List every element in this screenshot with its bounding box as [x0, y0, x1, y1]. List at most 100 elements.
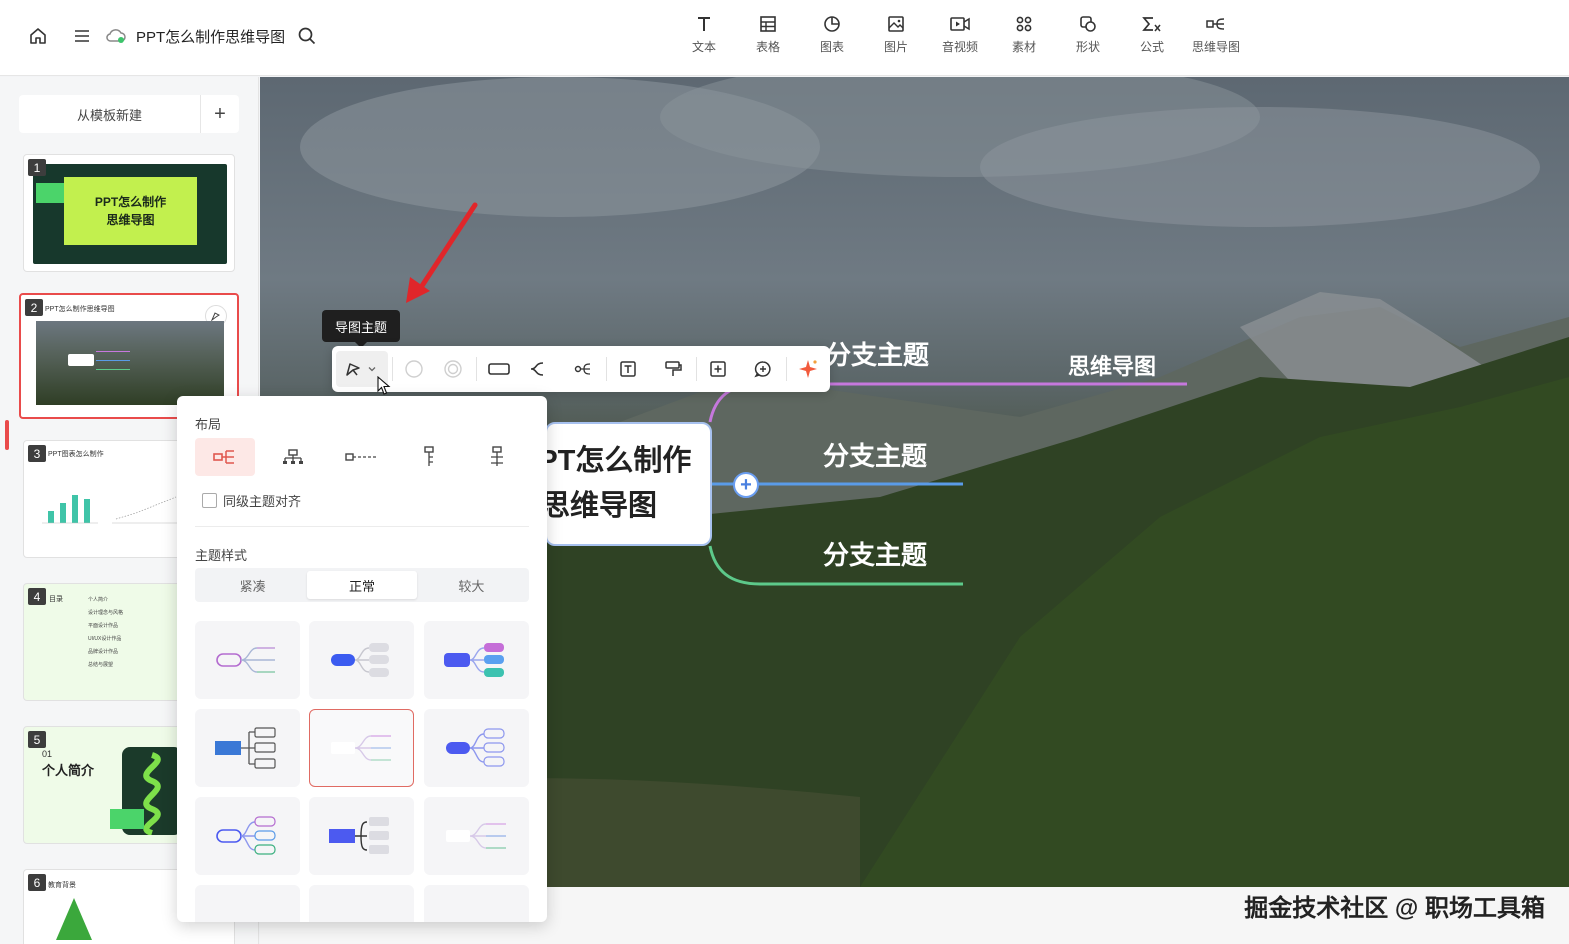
mindmap-layout-icon[interactable]	[570, 356, 596, 382]
text-icon	[698, 17, 710, 31]
new-from-template-button[interactable]: 从模板新建	[19, 95, 201, 133]
slide-number: 2	[25, 299, 43, 316]
size-option-normal[interactable]: 正常	[307, 571, 417, 599]
document-title[interactable]: PPT怎么制作思维导图	[136, 26, 285, 47]
size-option-large[interactable]: 较大	[417, 571, 526, 599]
theme-style-card[interactable]	[424, 885, 529, 922]
slide-2-background	[36, 321, 224, 405]
topic-shape-icon[interactable]	[486, 356, 512, 382]
new-slide-row: 从模板新建 +	[19, 95, 239, 133]
top-bar: PPT怎么制作思维导图 文本 表格 图表 图片 音视频 素材 形状 公式 思维导…	[0, 0, 1569, 76]
cloud-sync-icon[interactable]	[102, 22, 130, 50]
image-icon	[888, 16, 904, 32]
theme-preview-icon	[330, 643, 389, 677]
tool-formula[interactable]: 公式	[1120, 14, 1184, 55]
slide-number: 5	[28, 731, 46, 748]
border-color-icon[interactable]	[440, 356, 466, 382]
tool-image[interactable]: 图片	[864, 14, 928, 55]
theme-preview-icon	[215, 816, 276, 855]
theme-style-card[interactable]	[424, 797, 529, 875]
layout-option-timeline[interactable]	[331, 438, 391, 476]
theme-style-card[interactable]	[309, 621, 414, 699]
connector-style-icon[interactable]	[524, 356, 550, 382]
theme-preview-icon	[445, 728, 505, 767]
watermark: 掘金技术社区 @ 职场工具箱	[1244, 895, 1545, 922]
mindmap-branch-3[interactable]: 分支主题	[823, 535, 927, 572]
tool-mindmap[interactable]: 思维导图	[1184, 14, 1248, 55]
annotation-arrow-icon	[406, 202, 478, 303]
theme-style-card[interactable]	[424, 621, 529, 699]
layout-option-right[interactable]	[195, 438, 255, 476]
fill-color-icon[interactable]	[401, 356, 427, 382]
mindmap-branch-1[interactable]: 分支主题	[825, 335, 929, 372]
theme-preview-icon	[442, 904, 512, 922]
text-box-icon[interactable]	[615, 356, 641, 382]
tool-chart[interactable]: 图表	[800, 14, 864, 55]
tool-text[interactable]: 文本	[672, 14, 736, 55]
slide-4-toc: 个人简介 设计理念与风格 平面设计作品 UI/UX设计作品 品牌设计作品 总结与…	[88, 597, 124, 668]
layout-option-org[interactable]	[467, 438, 527, 476]
theme-style-card[interactable]	[309, 885, 414, 922]
theme-preview-icon	[213, 904, 283, 922]
slide-thumb-1[interactable]: 1 PPT怎么制作 思维导图	[23, 154, 235, 272]
theme-preview-icon	[445, 823, 506, 849]
theme-style-card[interactable]	[195, 885, 300, 922]
theme-preview-icon	[328, 817, 389, 854]
slide-number: 6	[28, 874, 46, 891]
add-comment-icon[interactable]	[750, 356, 776, 382]
ai-sparkle-icon[interactable]	[795, 356, 821, 382]
theme-style-card-selected[interactable]	[309, 709, 414, 787]
home-icon[interactable]	[24, 22, 52, 50]
size-option-compact[interactable]: 紧凑	[198, 571, 307, 599]
mindmap-sub-branch[interactable]: 思维导图	[1068, 349, 1156, 381]
search-icon[interactable]	[293, 22, 321, 50]
tool-video[interactable]: 音视频	[928, 14, 992, 55]
tool-table[interactable]: 表格	[736, 14, 800, 55]
layout-tree-down-icon	[424, 446, 434, 466]
layout-option-tree-down[interactable]	[399, 438, 459, 476]
mindmap-theme-panel: 布局 同级主题对齐 主题样式 紧凑 正常 较大	[177, 396, 547, 922]
layout-timeline-icon	[345, 453, 376, 461]
insert-toolbar: 文本 表格 图表 图片 音视频 素材 形状 公式 思维导图	[672, 14, 1248, 55]
add-subtopic-icon[interactable]	[705, 356, 731, 382]
chart-icon	[824, 16, 840, 32]
theme-preview-icon	[327, 904, 397, 922]
mouse-cursor-icon	[377, 376, 391, 395]
theme-preview-icon	[214, 727, 276, 769]
mindmap-icon	[1206, 18, 1225, 30]
slide-6-pyramid	[56, 898, 92, 940]
top-bar-left: PPT怎么制作思维导图	[24, 22, 321, 50]
tool-shape[interactable]: 形状	[1056, 14, 1120, 55]
mindmap-theme-icon	[340, 356, 366, 382]
slide-number: 4	[28, 588, 46, 605]
layout-option-down[interactable]	[263, 438, 323, 476]
theme-preview-icon	[215, 647, 275, 673]
tooltip: 导图主题	[322, 310, 400, 348]
mindmap-branch-2[interactable]: 分支主题	[823, 436, 927, 473]
theme-style-card[interactable]	[309, 797, 414, 875]
slide-1-card: PPT怎么制作 思维导图	[64, 177, 197, 245]
align-siblings-checkbox[interactable]	[202, 493, 217, 508]
layout-section-title: 布局	[195, 417, 222, 432]
shape-icon	[1080, 16, 1096, 32]
format-painter-icon[interactable]	[660, 356, 686, 382]
layout-org-icon	[491, 446, 503, 466]
style-section-title: 主题样式	[195, 548, 248, 563]
menu-icon[interactable]	[68, 22, 96, 50]
slide-number: 1	[28, 159, 46, 176]
theme-preview-icon	[443, 643, 504, 677]
align-siblings-checkbox-row[interactable]: 同级主题对齐	[202, 491, 301, 510]
mindmap-floating-toolbar	[332, 346, 830, 392]
theme-style-card[interactable]	[195, 621, 300, 699]
add-topic-button[interactable]: +	[733, 472, 759, 498]
selected-slide-indicator	[5, 420, 9, 450]
mindmap-center-topic[interactable]: PPT怎么制作 思维导图	[519, 422, 712, 546]
theme-style-card[interactable]	[195, 797, 300, 875]
layout-right-icon	[213, 450, 234, 464]
tool-assets[interactable]: 素材	[992, 14, 1056, 55]
add-slide-button[interactable]: +	[201, 95, 239, 133]
theme-style-card[interactable]	[195, 709, 300, 787]
theme-style-card[interactable]	[424, 709, 529, 787]
formula-icon	[1142, 17, 1161, 32]
slide-number: 3	[28, 445, 46, 462]
